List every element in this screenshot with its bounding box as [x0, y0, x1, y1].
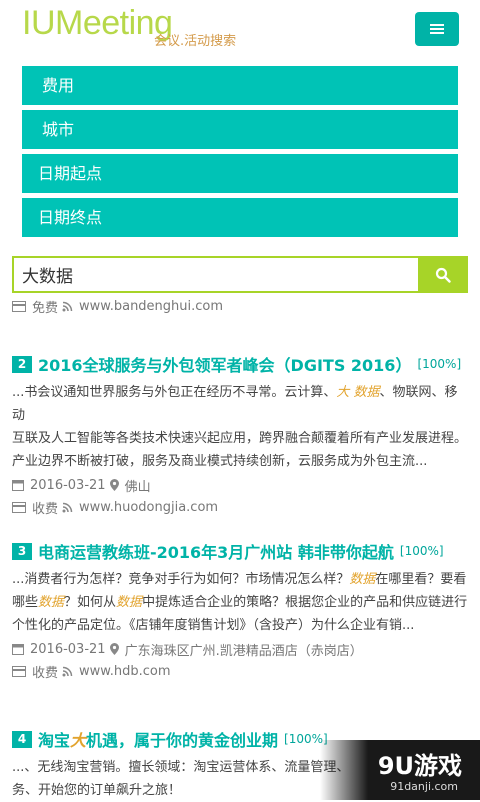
credit-card-icon — [12, 665, 26, 677]
result-url[interactable]: www.hdb.com — [79, 664, 170, 679]
desc-text: ...、无线淘宝营销。擅长领域：淘宝运营体系、流量管理、 — [12, 760, 350, 775]
map-marker-icon — [109, 479, 119, 491]
highlight-keyword: 数据 — [38, 595, 65, 610]
result-number: 2 — [12, 355, 32, 373]
result-date-row: 2016-03-21 广东海珠区广州.凯港精品酒店（赤岗店） — [12, 638, 468, 660]
result-fee: 收费 — [32, 665, 59, 681]
desc-text: 个性化的产品定位。《店铺年度销售计划》（含投产）为什么企业有销... — [12, 618, 415, 633]
header: IUMeeting 会议.活动搜索 — [0, 0, 480, 58]
result-title[interactable]: 电商运营教练班-2016年3月广州站 韩非带你起航 — [38, 539, 394, 563]
highlight-keyword: 大 数据 — [336, 385, 380, 400]
highlight-keyword: 数据 — [116, 595, 143, 610]
list-item: 免费 www.bandenghui.com — [12, 295, 468, 317]
desc-text: ...书会议通知世界服务与外包正在经历不寻常。云计算、 — [12, 385, 337, 400]
credit-card-icon — [12, 300, 26, 312]
credit-card-icon — [12, 501, 26, 513]
result-description: ...书会议通知世界服务与外包正在经历不寻常。云计算、大 数据、物联网、移动 互… — [12, 381, 468, 473]
desc-text: ？如何从 — [64, 595, 117, 610]
rss-icon — [62, 666, 73, 676]
search-bar — [12, 256, 468, 293]
desc-text: 在哪里看？要看 — [375, 572, 467, 587]
result-number: 4 — [12, 730, 32, 748]
result-url[interactable]: www.huodongjia.com — [79, 500, 218, 515]
search-button[interactable] — [418, 256, 468, 293]
result-fee-row: 收费 www.huodongjia.com — [12, 496, 468, 518]
rss-icon — [62, 301, 73, 311]
watermark-logo: 9U游戏 — [377, 752, 462, 780]
filter-fee[interactable]: 费用 — [22, 66, 458, 105]
result-date-row: 2016-03-21 佛山 — [12, 474, 468, 496]
result-date: 2016-03-21 — [30, 641, 106, 657]
result-match: [100%] — [399, 544, 444, 558]
search-icon — [435, 267, 451, 283]
result-number: 3 — [12, 542, 32, 560]
filter-list: 费用 城市 日期起点 日期终点 — [22, 66, 458, 242]
filter-city[interactable]: 城市 — [22, 110, 458, 149]
menu-button[interactable] — [415, 12, 459, 46]
desc-text: 产业边界不断被打破，服务及商业模式持续创新，云服务成为外包主流... — [12, 454, 428, 469]
watermark: 9U游戏 91danji.com — [320, 740, 480, 800]
result-title[interactable]: 机遇，属于你的黄金创业期 — [86, 727, 278, 751]
desc-text: 中提炼适合企业的策略？根据您企业的产品和供应链进行 — [142, 595, 468, 610]
filter-start-date[interactable]: 日期起点 — [22, 154, 458, 193]
result-fee-row: 免费 www.bandenghui.com — [12, 295, 468, 317]
desc-text: 互联及人工智能等各类技术快速兴起应用，跨界融合颠覆着所有产业发展进程。 — [12, 431, 468, 446]
list-item: 3 电商运营教练班-2016年3月广州站 韩非带你起航 [100%] ...消费… — [12, 538, 468, 682]
list-item: 2 2016全球服务与外包领军者峰会（DGITS 2016） [100%] ..… — [12, 351, 468, 518]
rss-icon — [62, 502, 73, 512]
desc-text: ...消费者行为怎样？竞争对手行为如何？市场情况怎么样？ — [12, 572, 350, 587]
result-date: 2016-03-21 — [30, 477, 106, 493]
result-location: 佛山 — [124, 479, 151, 495]
result-location: 广东海珠区广州.凯港精品酒店（赤岗店） — [124, 643, 363, 659]
highlight-keyword: 数据 — [349, 572, 376, 587]
logo-subtitle: 会议.活动搜索 — [154, 34, 237, 49]
result-fee: 收费 — [32, 501, 59, 517]
filter-end-date[interactable]: 日期终点 — [22, 198, 458, 237]
calendar-icon — [12, 480, 24, 491]
result-fee-row: 收费 www.hdb.com — [12, 660, 468, 682]
map-marker-icon — [109, 643, 119, 655]
calendar-icon — [12, 644, 24, 655]
search-input[interactable] — [12, 256, 418, 293]
logo-text: IUMeeting — [22, 4, 173, 42]
hamburger-icon — [430, 22, 444, 36]
result-url[interactable]: www.bandenghui.com — [79, 299, 223, 314]
desc-text: 哪些 — [12, 595, 39, 610]
logo[interactable]: IUMeeting 会议.活动搜索 — [22, 4, 236, 49]
result-description: ...消费者行为怎样？竞争对手行为如何？市场情况怎么样？数据在哪里看？要看 哪些… — [12, 568, 468, 637]
result-title[interactable]: 2016全球服务与外包领军者峰会（DGITS 2016） — [38, 352, 411, 376]
highlight-keyword: 大 — [70, 731, 87, 750]
result-title-row[interactable]: 2 2016全球服务与外包领军者峰会（DGITS 2016） [100%] — [12, 351, 468, 377]
result-fee: 免费 — [32, 300, 59, 316]
result-match: [100%] — [417, 357, 462, 371]
result-title-row[interactable]: 3 电商运营教练班-2016年3月广州站 韩非带你起航 [100%] — [12, 538, 468, 564]
result-title[interactable]: 淘宝 — [38, 727, 70, 751]
watermark-url: 91danji.com — [390, 780, 458, 793]
desc-text: 务、开始您的订单飙升之旅！ — [12, 783, 182, 798]
